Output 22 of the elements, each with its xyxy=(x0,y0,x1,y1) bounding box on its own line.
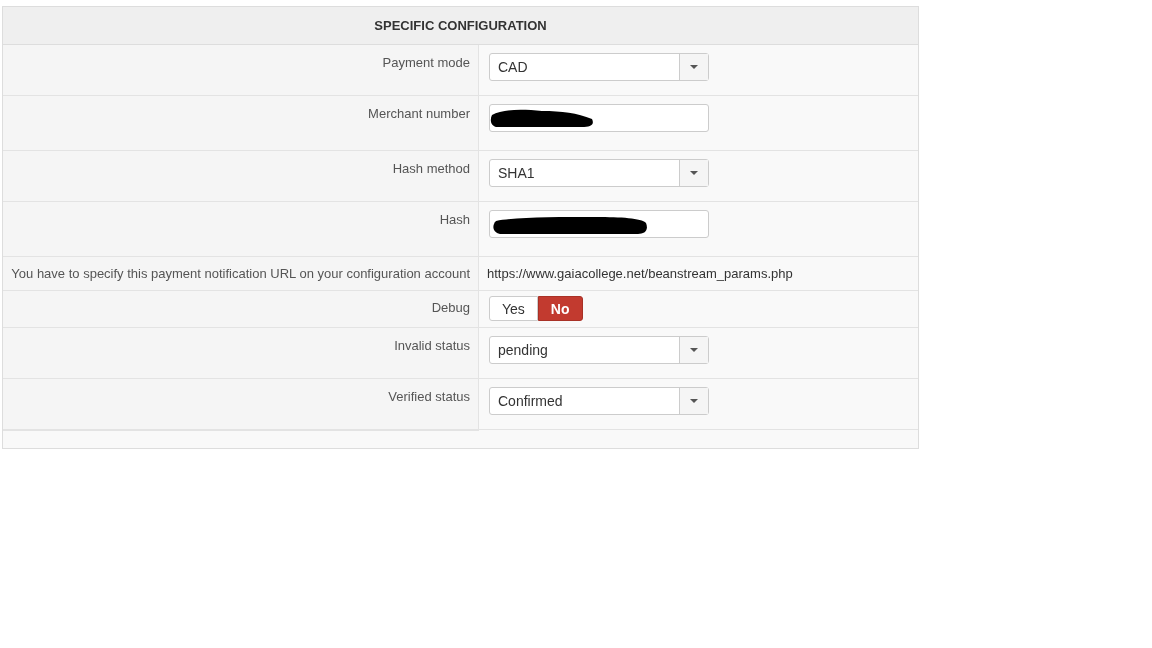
toggle-option[interactable]: Yes xyxy=(489,296,538,321)
select-field[interactable]: pending xyxy=(489,336,709,364)
caret-icon xyxy=(690,171,698,175)
caret-icon xyxy=(690,399,698,403)
caret-icon xyxy=(690,348,698,352)
input-field[interactable] xyxy=(489,104,709,132)
notification-url: https://www.gaiacollege.net/beanstream_params.php xyxy=(487,266,793,281)
field-label: Debug xyxy=(431,300,470,315)
field-label: Invalid status xyxy=(394,338,470,353)
field-label: Hash method xyxy=(392,161,470,176)
field-label: You have to specify this payment notification URL on your configuration account xyxy=(11,266,470,281)
toggle-option[interactable]: No xyxy=(537,296,583,321)
field-label: Verified status xyxy=(388,389,470,404)
panel-title: SPECIFIC CONFIGURATION xyxy=(3,7,918,45)
caret-icon xyxy=(690,65,698,69)
select-field[interactable]: SHA1 xyxy=(489,159,709,187)
input-field[interactable] xyxy=(489,210,709,238)
field-label: Hash xyxy=(439,212,470,227)
select-field[interactable]: CAD xyxy=(489,53,709,81)
select-field[interactable]: Confirmed xyxy=(489,387,709,415)
field-label: Payment mode xyxy=(382,55,470,70)
field-label: Merchant number xyxy=(368,106,470,121)
